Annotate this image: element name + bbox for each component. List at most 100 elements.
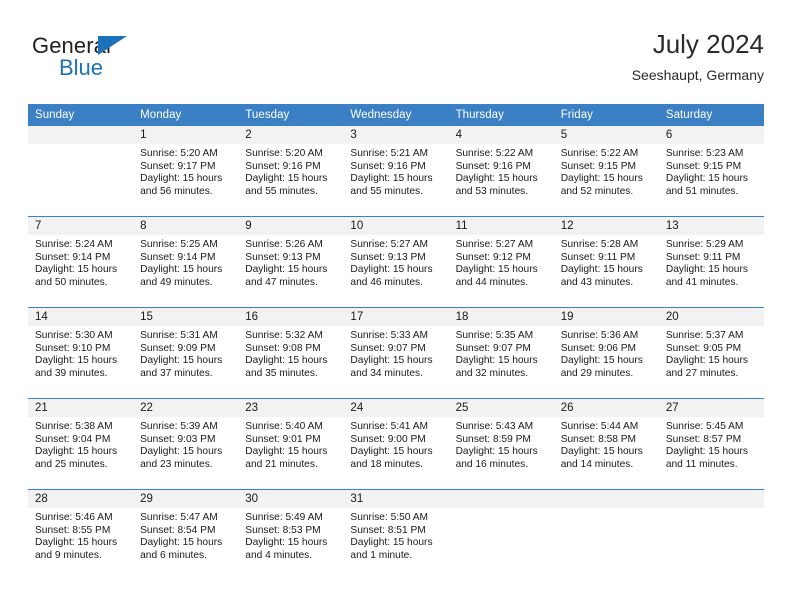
daylight-duration-line-2: and 34 minutes. <box>350 367 423 379</box>
day-number <box>28 126 134 144</box>
day-number: 7 <box>28 217 134 235</box>
day-cell[interactable]: 20 Sunrise: 5:37 AM Sunset: 9:05 PM Dayligh… <box>658 307 764 399</box>
sunset-time: Sunset: 9:07 PM <box>350 342 426 354</box>
day-details: Sunrise: 5:40 AM Sunset: 9:01 PM Daylight:… <box>238 417 343 471</box>
daylight-duration-line-2: and 41 minutes. <box>665 276 739 288</box>
day-cell[interactable]: 3 Sunrise: 5:21 AM Sunset: 9:16 PM Daylight… <box>343 126 449 217</box>
day-details: Sunrise: 5:22 AM Sunset: 9:15 PM Daylight:… <box>554 144 659 198</box>
daylight-duration-line-2: and 11 minutes. <box>665 458 738 470</box>
calendar-week-row: 14 Sunrise: 5:30 AM Sunset: 9:10 PM Dayligh… <box>28 307 764 399</box>
page-header: General Blue July 2024 Seeshaupt, German… <box>28 28 764 98</box>
day-cell[interactable]: 17 Sunrise: 5:33 AM Sunset: 9:07 PM Dayligh… <box>343 307 449 399</box>
day-cell[interactable]: 21 Sunrise: 5:38 AM Sunset: 9:04 PM Dayligh… <box>28 398 134 490</box>
daylight-duration-line-2: and 35 minutes. <box>245 367 318 379</box>
sunrise-time: Sunrise: 5:27 AM <box>350 239 429 250</box>
day-number: 19 <box>553 308 659 326</box>
day-number: 21 <box>28 399 134 417</box>
day-number: 3 <box>343 126 449 144</box>
day-details: Sunrise: 5:20 AM Sunset: 9:16 PM Daylight:… <box>238 144 343 198</box>
day-cell[interactable]: 11 Sunrise: 5:27 AM Sunset: 9:12 PM Dayligh… <box>448 216 554 308</box>
sunrise-time: Sunrise: 5:33 AM <box>350 330 429 341</box>
sunset-time: Sunset: 8:53 PM <box>245 524 321 536</box>
sunrise-time: Sunrise: 5:25 AM <box>140 239 218 250</box>
sunset-time: Sunset: 9:16 PM <box>350 160 426 172</box>
day-cell[interactable]: 27 Sunrise: 5:45 AM Sunset: 8:57 PM Dayligh… <box>658 398 764 490</box>
day-cell[interactable]: 6 Sunrise: 5:23 AM Sunset: 9:15 PM Daylight… <box>658 126 764 217</box>
day-details: Sunrise: 5:37 AM Sunset: 9:05 PM Daylight:… <box>659 326 764 380</box>
daylight-duration-line-2: and 14 minutes. <box>560 458 634 470</box>
day-number: 13 <box>658 217 764 235</box>
calendar-week-row: 7 Sunrise: 5:24 AM Sunset: 9:14 PM Daylight… <box>28 216 764 308</box>
daylight-duration-line-2: and 18 minutes. <box>350 458 423 470</box>
sunrise-time: Sunrise: 5:39 AM <box>140 421 218 432</box>
sunset-time: Sunset: 9:16 PM <box>245 160 321 172</box>
day-number: 2 <box>238 126 344 144</box>
sunset-time: Sunset: 9:01 PM <box>245 433 321 445</box>
sunset-time: Sunset: 9:12 PM <box>455 251 531 263</box>
daylight-duration-line-2: and 37 minutes. <box>140 367 213 379</box>
day-details: Sunrise: 5:31 AM Sunset: 9:09 PM Daylight:… <box>133 326 238 380</box>
daylight-duration-line-1: Daylight: 15 hours <box>35 355 118 367</box>
day-cell[interactable]: 9 Sunrise: 5:26 AM Sunset: 9:13 PM Daylight… <box>238 216 344 308</box>
day-details: Sunrise: 5:29 AM Sunset: 9:11 PM Daylight:… <box>659 235 764 289</box>
day-details: Sunrise: 5:35 AM Sunset: 9:07 PM Daylight:… <box>449 326 554 380</box>
calendar-header-row: Sunday Monday Tuesday Wednesday Thursday… <box>28 104 764 126</box>
sunset-time: Sunset: 8:57 PM <box>665 433 742 445</box>
day-cell[interactable]: 31 Sunrise: 5:50 AM Sunset: 8:51 PM Dayligh… <box>343 489 449 580</box>
day-details: Sunrise: 5:22 AM Sunset: 9:16 PM Daylight:… <box>449 144 554 198</box>
day-cell[interactable]: 7 Sunrise: 5:24 AM Sunset: 9:14 PM Daylight… <box>28 216 134 308</box>
sunrise-time: Sunrise: 5:26 AM <box>245 239 323 250</box>
daylight-duration-line-1: Daylight: 15 hours <box>455 355 538 367</box>
day-cell[interactable]: 15 Sunrise: 5:31 AM Sunset: 9:09 PM Dayligh… <box>133 307 239 399</box>
sunrise-time: Sunrise: 5:29 AM <box>665 239 744 250</box>
day-cell[interactable]: 25 Sunrise: 5:43 AM Sunset: 8:59 PM Dayligh… <box>448 398 554 490</box>
daylight-duration-line-1: Daylight: 15 hours <box>140 537 223 549</box>
daylight-duration-line-1: Daylight: 15 hours <box>665 173 748 185</box>
daylight-duration-line-2: and 52 minutes. <box>560 185 634 197</box>
day-details: Sunrise: 5:26 AM Sunset: 9:13 PM Daylight:… <box>238 235 343 289</box>
daylight-duration-line-2: and 29 minutes. <box>560 367 634 379</box>
day-details: Sunrise: 5:44 AM Sunset: 8:58 PM Daylight:… <box>554 417 659 471</box>
daylight-duration-line-2: and 6 minutes. <box>140 549 207 561</box>
day-cell[interactable]: 12 Sunrise: 5:28 AM Sunset: 9:11 PM Dayligh… <box>553 216 659 308</box>
day-cell[interactable]: 19 Sunrise: 5:36 AM Sunset: 9:06 PM Dayligh… <box>553 307 659 399</box>
brand-name-blue: Blue <box>59 55 104 80</box>
weekday-header-tuesday: Tuesday <box>238 104 344 126</box>
daylight-duration-line-2: and 16 minutes. <box>455 458 529 470</box>
sunset-time: Sunset: 9:13 PM <box>245 251 321 263</box>
sunset-time: Sunset: 8:54 PM <box>140 524 216 536</box>
day-details: Sunrise: 5:28 AM Sunset: 9:11 PM Daylight:… <box>554 235 659 289</box>
day-cell[interactable]: 10 Sunrise: 5:27 AM Sunset: 9:13 PM Dayligh… <box>343 216 449 308</box>
day-cell[interactable]: 26 Sunrise: 5:44 AM Sunset: 8:58 PM Dayligh… <box>553 398 659 490</box>
day-cell[interactable]: 16 Sunrise: 5:32 AM Sunset: 9:08 PM Dayligh… <box>238 307 344 399</box>
sunset-time: Sunset: 9:15 PM <box>560 160 637 172</box>
day-cell[interactable]: 22 Sunrise: 5:39 AM Sunset: 9:03 PM Dayligh… <box>133 398 239 490</box>
daylight-duration-line-1: Daylight: 15 hours <box>245 537 328 549</box>
day-cell[interactable]: 18 Sunrise: 5:35 AM Sunset: 9:07 PM Dayligh… <box>448 307 554 399</box>
sunrise-time: Sunrise: 5:44 AM <box>560 421 639 432</box>
day-cell[interactable]: 13 Sunrise: 5:29 AM Sunset: 9:11 PM Dayligh… <box>658 216 764 308</box>
day-cell[interactable]: 24 Sunrise: 5:41 AM Sunset: 9:00 PM Dayligh… <box>343 398 449 490</box>
day-cell[interactable]: 2 Sunrise: 5:20 AM Sunset: 9:16 PM Daylight… <box>238 126 344 217</box>
day-number <box>553 490 659 508</box>
calendar-page: General Blue July 2024 Seeshaupt, German… <box>0 0 792 612</box>
day-cell[interactable]: 30 Sunrise: 5:49 AM Sunset: 8:53 PM Dayligh… <box>238 489 344 580</box>
day-cell[interactable]: 4 Sunrise: 5:22 AM Sunset: 9:16 PM Daylight… <box>448 126 554 217</box>
sunset-time: Sunset: 9:08 PM <box>245 342 321 354</box>
day-cell[interactable]: 5 Sunrise: 5:22 AM Sunset: 9:15 PM Daylight… <box>553 126 659 217</box>
day-cell[interactable]: 29 Sunrise: 5:47 AM Sunset: 8:54 PM Dayligh… <box>133 489 239 580</box>
sunset-time: Sunset: 9:11 PM <box>665 251 741 263</box>
day-cell[interactable]: 28 Sunrise: 5:46 AM Sunset: 8:55 PM Dayligh… <box>28 489 134 580</box>
daylight-duration-line-2: and 50 minutes. <box>35 276 108 288</box>
sunset-time: Sunset: 9:13 PM <box>350 251 426 263</box>
daylight-duration-line-2: and 51 minutes. <box>665 185 739 197</box>
day-number: 5 <box>553 126 659 144</box>
weekday-header-monday: Monday <box>133 104 239 126</box>
day-number: 11 <box>448 217 554 235</box>
sunrise-time: Sunrise: 5:27 AM <box>455 239 534 250</box>
sunrise-time: Sunrise: 5:24 AM <box>35 239 113 250</box>
day-cell[interactable]: 1 Sunrise: 5:20 AM Sunset: 9:17 PM Daylight… <box>133 126 239 217</box>
day-cell[interactable]: 14 Sunrise: 5:30 AM Sunset: 9:10 PM Dayligh… <box>28 307 134 399</box>
day-cell[interactable]: 23 Sunrise: 5:40 AM Sunset: 9:01 PM Dayligh… <box>238 398 344 490</box>
day-cell[interactable]: 8 Sunrise: 5:25 AM Sunset: 9:14 PM Daylight… <box>133 216 239 308</box>
